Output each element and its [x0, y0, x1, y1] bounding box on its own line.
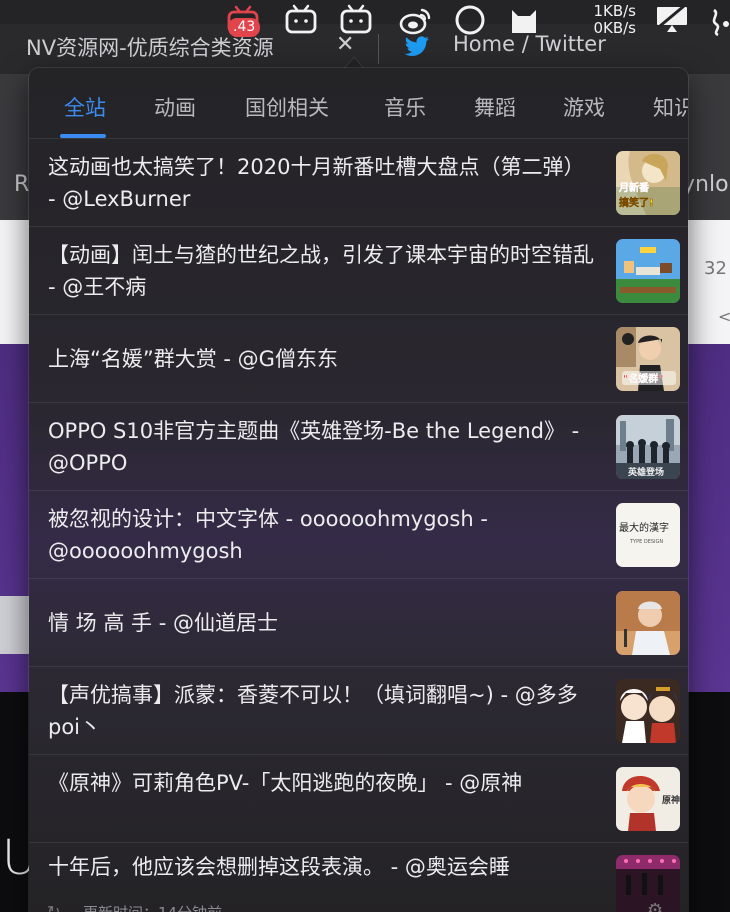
- list-item[interactable]: 被忽视的设计：中文字体 - oooooohmygosh - @oooooohmy…: [29, 491, 688, 579]
- toolbar-left-text: R: [14, 172, 30, 197]
- video-title[interactable]: 《原神》可莉角色PV-「太阳逃跑的夜晚」 - @原神: [48, 767, 598, 799]
- video-title[interactable]: 被忽视的设计：中文字体 - oooooohmygosh - @oooooohmy…: [48, 503, 598, 567]
- circle-icon[interactable]: [455, 5, 485, 35]
- bilibili-popover: 全站 动画 国创相关 音乐 舞蹈 游戏 知识 这动画也太搞笑了！2020十月新番…: [29, 68, 688, 912]
- list-item[interactable]: 《原神》可莉角色PV-「太阳逃跑的夜晚」 - @原神 原神: [29, 755, 688, 843]
- tab-divider: [378, 34, 379, 64]
- svg-text:原神: 原神: [662, 794, 680, 806]
- video-title[interactable]: 上海“名媛”群大赏 - @G僧东东: [48, 343, 598, 375]
- svg-text:"名媛群": "名媛群": [623, 372, 663, 385]
- video-thumbnail[interactable]: [616, 679, 680, 743]
- weibo-icon[interactable]: [398, 6, 432, 36]
- popover-footer: ↻ 更新时间：14分钟前 ⚙: [29, 894, 688, 912]
- video-thumbnail[interactable]: 月新番 搞笑了!: [616, 151, 680, 215]
- list-item[interactable]: 【声优搞事】派蒙：香菱不可以！（填词翻唱~) - @多多poi丶: [29, 667, 688, 755]
- tab-dance[interactable]: 舞蹈: [474, 92, 516, 122]
- tab-all[interactable]: 全站: [64, 92, 106, 122]
- bilibili-tv-icon-active[interactable]: [339, 4, 373, 34]
- tab-game[interactable]: 游戏: [563, 92, 605, 122]
- video-thumbnail[interactable]: "名媛群": [616, 327, 680, 391]
- bilibili-tv-icon[interactable]: [284, 4, 318, 34]
- update-time: 更新时间：14分钟前: [83, 902, 222, 912]
- video-title[interactable]: 【声优搞事】派蒙：香菱不可以！（填词翻唱~) - @多多poi丶: [48, 679, 598, 743]
- thumb-text-line1: 月新番: [618, 181, 650, 194]
- page-count: 32: [704, 258, 727, 279]
- net-upload-speed: 1KB/s: [593, 2, 636, 20]
- video-thumbnail[interactable]: 英雄登场: [616, 415, 680, 479]
- svg-text:TYPE DESIGN: TYPE DESIGN: [629, 539, 663, 545]
- display-mirror-icon[interactable]: [654, 4, 690, 34]
- thumb-text-line2: 搞笑了!: [619, 196, 654, 209]
- category-tabs: 全站 动画 国创相关 音乐 舞蹈 游戏 知识: [29, 68, 688, 139]
- tab-animation[interactable]: 动画: [154, 92, 196, 122]
- cat-icon[interactable]: [508, 4, 540, 34]
- video-list: 这动画也太搞笑了！2020十月新番吐槽大盘点（第二弹） - @LexBurner…: [29, 139, 688, 912]
- tab-guochuang[interactable]: 国创相关: [245, 92, 329, 122]
- notification-badge: .43: [228, 18, 261, 37]
- video-thumbnail[interactable]: 原神: [616, 767, 680, 831]
- tab-music[interactable]: 音乐: [384, 92, 426, 122]
- close-icon[interactable]: ✕: [336, 32, 354, 57]
- network-speed-monitor[interactable]: 1KB/s 0KB/s: [578, 3, 636, 37]
- svg-text:最大的漢字: 最大的漢字: [619, 521, 669, 534]
- net-download-speed: 0KB/s: [593, 19, 636, 37]
- svg-text:英雄登场: 英雄登场: [627, 466, 664, 478]
- twitter-icon: [404, 36, 429, 56]
- list-item[interactable]: 这动画也太搞笑了！2020十月新番吐槽大盘点（第二弹） - @LexBurner…: [29, 139, 688, 227]
- list-item[interactable]: 【动画】闰土与猹的世纪之战，引发了课本宇宙的时空错乱 - @王不病: [29, 227, 688, 315]
- video-thumbnail[interactable]: 最大的漢字 TYPE DESIGN: [616, 503, 680, 567]
- list-item[interactable]: OPPO S10非官方主题曲《英雄登场-Be the Legend》 - @OP…: [29, 403, 688, 491]
- toolbar-right-text: ynlo: [682, 172, 729, 197]
- menubar: .43 1KB/s 0KB/s: [0, 0, 730, 37]
- video-title[interactable]: 这动画也太搞笑了！2020十月新番吐槽大盘点（第二弹） - @LexBurner: [48, 151, 598, 215]
- page-gray-block: [0, 596, 30, 654]
- list-item[interactable]: 情 场 高 手 - @仙道居士: [29, 579, 688, 667]
- video-title[interactable]: 情 场 高 手 - @仙道居士: [48, 607, 598, 639]
- share-icon[interactable]: <: [718, 307, 730, 326]
- video-title[interactable]: 十年后，他应该会想删掉这段表演。 - @奥运会睡: [48, 851, 598, 883]
- refresh-icon[interactable]: ↻: [47, 902, 60, 912]
- video-title[interactable]: OPPO S10非官方主题曲《英雄登场-Be the Legend》 - @OP…: [48, 415, 598, 479]
- video-title[interactable]: 【动画】闰土与猹的世纪之战，引发了课本宇宙的时空错乱 - @王不病: [48, 239, 598, 303]
- active-tab-indicator: [60, 134, 106, 138]
- script-icon[interactable]: [706, 6, 730, 36]
- gear-icon[interactable]: ⚙: [647, 900, 663, 912]
- video-thumbnail[interactable]: [616, 591, 680, 655]
- list-item[interactable]: 上海“名媛”群大赏 - @G僧东东 "名媛群": [29, 315, 688, 403]
- video-thumbnail[interactable]: [616, 239, 680, 303]
- tab-knowledge[interactable]: 知识: [653, 92, 688, 122]
